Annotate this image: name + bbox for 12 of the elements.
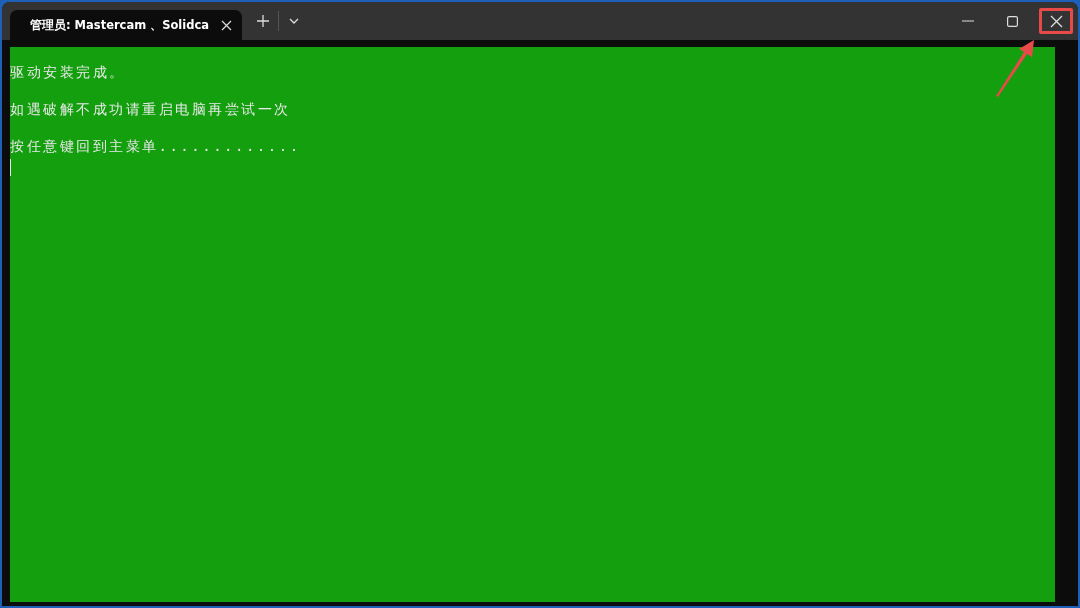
console-line: 按任意键回到主菜单............. [10,137,301,156]
minimize-icon [962,20,974,22]
plus-icon [256,14,270,28]
tab-title: 管理员: Mastercam 、Solidca [30,17,210,33]
chevron-down-icon [288,17,300,25]
console-line: 驱动安装完成。 [10,63,126,82]
close-icon [221,19,233,31]
close-button[interactable] [1039,8,1073,34]
console-line: 如遇破解不成功请重启电脑再尝试一次 [10,100,291,119]
tab[interactable]: 管理员: Mastercam 、Solidca [10,10,242,40]
close-icon [1049,14,1063,28]
maximize-icon [1006,15,1018,27]
